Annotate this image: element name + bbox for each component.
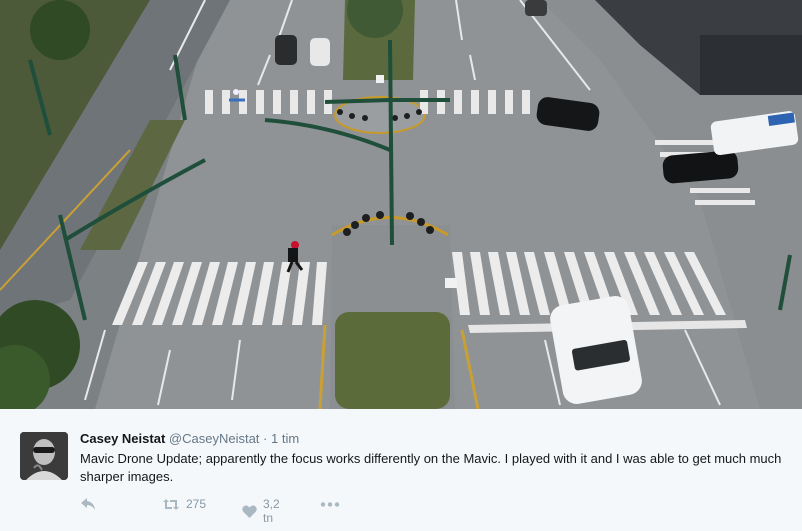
like-count: 3,2 tn [263,497,280,525]
author-name[interactable]: Casey Neistat [80,431,165,446]
tweet-text: Mavic Drone Update; apparently the focus… [80,451,782,484]
tweet-media-image[interactable] [0,0,802,409]
tweet-card: Casey Neistat @CaseyNeistat · 1 tim Mavi… [0,409,802,531]
reply-icon [80,497,96,511]
tweet-timestamp[interactable]: 1 tim [271,431,299,446]
retweet-button[interactable]: 275 [162,497,206,511]
more-icon [320,502,340,507]
like-button[interactable]: 3,2 tn [242,497,280,525]
retweet-icon [162,498,180,511]
avatar[interactable] [20,432,68,480]
retweet-count: 275 [186,497,207,511]
tweet-header: Casey Neistat @CaseyNeistat · 1 tim [80,431,299,447]
reply-button[interactable] [80,497,96,511]
header-separator: · [263,431,268,446]
author-handle[interactable]: @CaseyNeistat [169,431,260,446]
more-button[interactable] [320,502,340,507]
heart-icon [242,504,257,518]
median-lower-planter [335,312,450,409]
